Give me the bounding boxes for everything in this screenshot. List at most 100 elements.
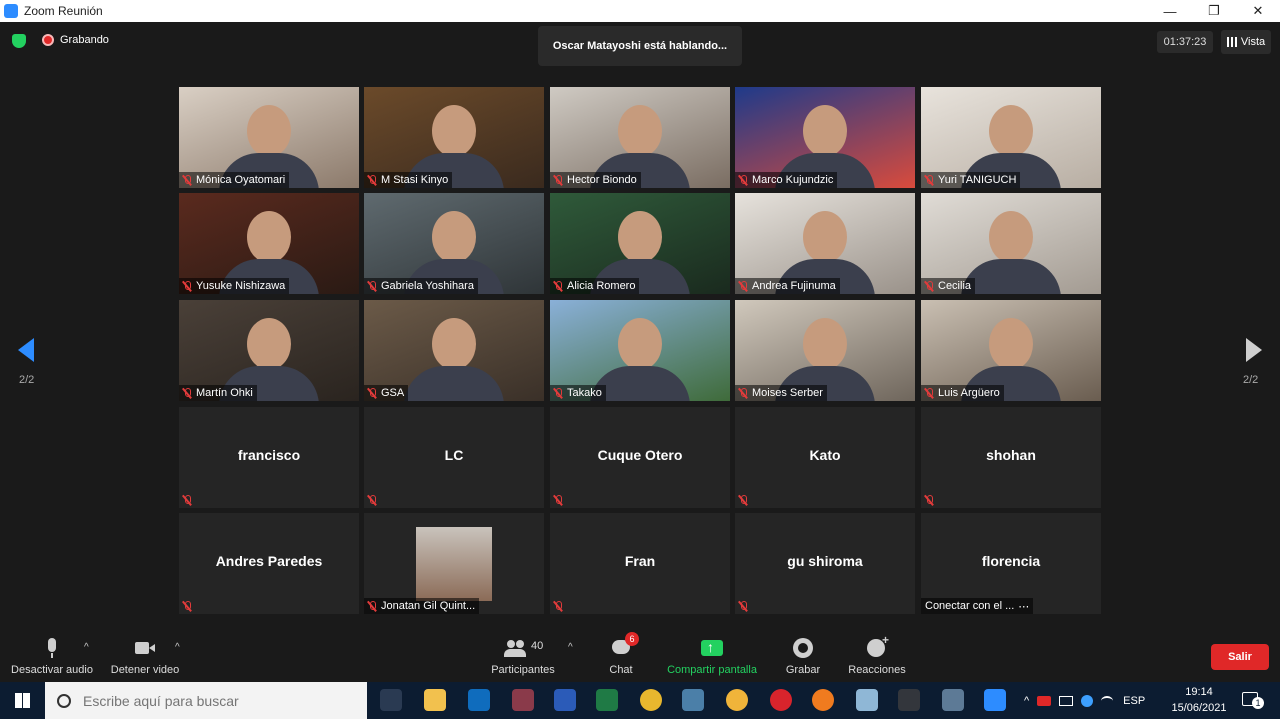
video-options-caret[interactable]: ^ — [175, 642, 180, 653]
zoom-taskbar-icon[interactable] — [984, 689, 1006, 711]
participant-video-tile[interactable]: GSA — [364, 300, 544, 401]
leave-meeting-button[interactable]: Salir — [1211, 644, 1269, 670]
participant-video-tile[interactable]: Hector Biondo — [550, 87, 730, 188]
app-icon[interactable] — [512, 689, 534, 711]
participant-nameplate: Andrea Fujinuma — [735, 278, 840, 294]
participant-name: florencia — [981, 553, 1041, 569]
muted-mic-icon — [553, 494, 563, 506]
participant-name: Andres Paredes — [215, 553, 323, 569]
participant-name: GSA — [381, 387, 405, 399]
outlook-icon[interactable] — [468, 689, 490, 711]
participant-name-tile[interactable]: Andres Paredes — [179, 513, 359, 614]
muted-mic-icon — [738, 494, 748, 506]
participant-name-tile[interactable]: Jonatan Gil Quint... — [364, 513, 544, 614]
participant-video-tile[interactable]: Luis Argüero — [921, 300, 1101, 401]
app-icon[interactable] — [898, 689, 920, 711]
participant-face — [803, 105, 847, 157]
restore-button[interactable]: ❐ — [1192, 0, 1236, 22]
muted-mic-icon — [924, 280, 934, 292]
share-screen-button[interactable]: Compartir pantalla — [664, 632, 760, 680]
participant-nameplate — [179, 492, 196, 508]
taskbar-search-input[interactable] — [83, 692, 343, 709]
app-icon[interactable] — [726, 689, 748, 711]
participant-name: LC — [444, 447, 464, 463]
app-icon[interactable] — [856, 689, 878, 711]
participant-nameplate: M Stasi Kinyo — [364, 172, 453, 188]
participant-video-tile[interactable]: Martín Ohki — [179, 300, 359, 401]
participant-name-tile[interactable]: Fran — [550, 513, 730, 614]
participant-video-tile[interactable]: Yusuke Nishizawa — [179, 193, 359, 294]
chat-button[interactable]: 6 Chat — [604, 632, 639, 680]
reactions-button[interactable]: Reacciones — [846, 632, 908, 680]
participant-video-tile[interactable]: Takako — [550, 300, 730, 401]
notifications-icon[interactable]: 1 — [1242, 692, 1264, 709]
participant-body — [404, 366, 504, 401]
participant-name: shohan — [986, 447, 1036, 463]
language-indicator[interactable]: ESP — [1123, 695, 1145, 707]
network-tray-icon[interactable] — [1081, 694, 1094, 707]
file-explorer-icon[interactable] — [424, 689, 446, 711]
battery-icon[interactable] — [1059, 695, 1074, 706]
participants-options-caret[interactable]: ^ — [568, 642, 573, 653]
firefox-icon[interactable] — [812, 689, 834, 711]
record-dot-icon — [42, 34, 54, 46]
participant-nameplate: Alicia Romero — [550, 278, 640, 294]
participant-name-tile[interactable]: Kato — [735, 407, 915, 508]
participant-nameplate: GSA — [364, 385, 409, 401]
participant-video-tile[interactable]: Cecilia — [921, 193, 1101, 294]
taskbar-search[interactable] — [45, 682, 367, 719]
participant-name: Cuque Otero — [597, 447, 683, 463]
word-icon[interactable] — [554, 689, 576, 711]
participant-name-tile[interactable]: Cuque Otero — [550, 407, 730, 508]
participant-video-tile[interactable]: M Stasi Kinyo — [364, 87, 544, 188]
participant-video-tile[interactable]: Andrea Fujinuma — [735, 193, 915, 294]
participant-name-tile[interactable]: LC — [364, 407, 544, 508]
wifi-icon[interactable] — [1101, 695, 1114, 706]
opera-icon[interactable] — [770, 689, 792, 711]
view-button[interactable]: Vista — [1221, 30, 1271, 54]
app-icon[interactable] — [682, 689, 704, 711]
participant-video-tile[interactable]: Alicia Romero — [550, 193, 730, 294]
task-view-icon[interactable] — [380, 689, 402, 711]
participant-name-tile[interactable]: florencia Conectar con el ... ⋯ — [921, 513, 1101, 614]
chrome-icon[interactable] — [640, 689, 662, 711]
taskbar-clock[interactable]: 19:14 15/06/2021 — [1166, 684, 1232, 716]
connecting-dots-icon: ⋯ — [1018, 600, 1030, 613]
start-button[interactable] — [0, 682, 44, 719]
participant-video-tile[interactable]: Marco Kujundzic — [735, 87, 915, 188]
excel-icon[interactable] — [596, 689, 618, 711]
recording-indicator[interactable]: Grabando — [42, 34, 109, 46]
next-page-arrow-icon[interactable] — [1246, 338, 1262, 362]
participant-nameplate — [179, 598, 196, 614]
calculator-icon[interactable] — [942, 689, 964, 711]
previous-page-arrow-icon[interactable] — [18, 338, 34, 362]
record-button[interactable]: Grabar — [782, 632, 824, 680]
participant-video-tile[interactable]: Gabriela Yoshihara — [364, 193, 544, 294]
participant-video-tile[interactable]: Yuri TANIGUCH — [921, 87, 1101, 188]
participant-nameplate: Luis Argüero — [921, 385, 1004, 401]
tray-app-icon[interactable] — [1037, 695, 1052, 706]
recording-label: Grabando — [60, 34, 109, 46]
muted-mic-icon — [182, 600, 192, 612]
participant-photo — [416, 527, 492, 601]
chat-unread-badge: 6 — [625, 632, 639, 646]
participant-name-tile[interactable]: shohan — [921, 407, 1101, 508]
participant-name-tile[interactable]: gu shiroma — [735, 513, 915, 614]
participant-name-tile[interactable]: francisco — [179, 407, 359, 508]
participant-name: Jonatan Gil Quint... — [381, 600, 476, 612]
muted-mic-icon — [738, 174, 748, 186]
audio-options-caret[interactable]: ^ — [84, 642, 89, 653]
minimize-button[interactable]: — — [1148, 0, 1192, 22]
security-shield-icon[interactable] — [12, 34, 26, 48]
video-button[interactable]: Detener video — [108, 632, 182, 680]
participant-nameplate — [921, 492, 938, 508]
participant-nameplate — [364, 492, 381, 508]
muted-mic-icon — [182, 174, 192, 186]
participants-count: 40 — [531, 640, 544, 652]
close-button[interactable]: ✕ — [1236, 0, 1280, 22]
audio-button[interactable]: Desactivar audio — [10, 632, 94, 680]
participants-button[interactable]: 40 Participantes — [488, 632, 558, 680]
participant-video-tile[interactable]: Moises Serber — [735, 300, 915, 401]
participant-video-tile[interactable]: Mónica Oyatomari — [179, 87, 359, 188]
tray-chevron-icon[interactable]: ^ — [1024, 695, 1029, 707]
